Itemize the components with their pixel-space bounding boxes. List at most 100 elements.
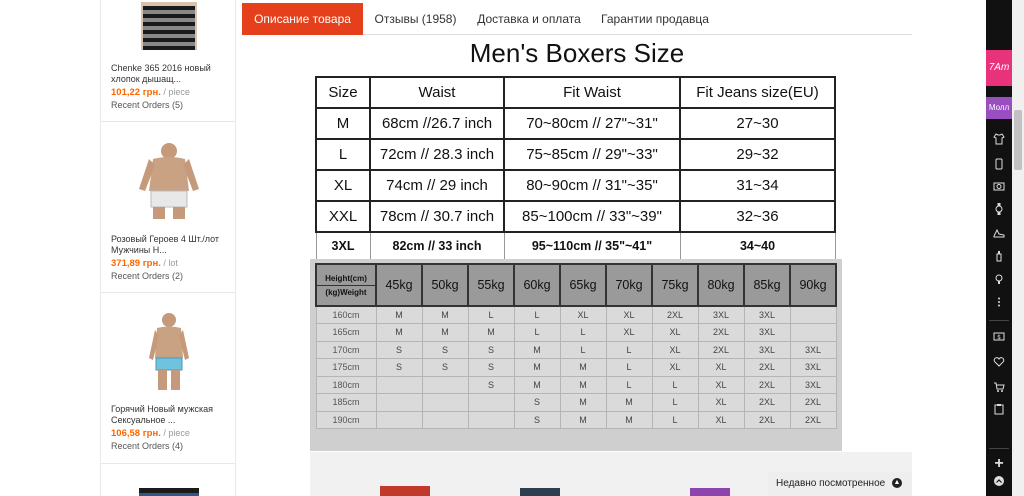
product-title[interactable]: Розовый Героев 4 Шт./лот Мужчины Н... — [111, 234, 229, 256]
scrollbar-thumb[interactable] — [1014, 110, 1022, 170]
table-cell: XL — [605, 305, 653, 324]
bottle-icon[interactable] — [986, 249, 1012, 269]
table-cell: 3XL — [697, 305, 745, 324]
table-cell: 3XL — [743, 305, 791, 324]
more-icon[interactable] — [986, 295, 1012, 315]
recent-orders: Recent Orders (4) — [111, 441, 184, 451]
table-cell: XL — [651, 340, 699, 359]
page-gutter — [0, 0, 100, 496]
product-title[interactable]: Chenke 365 2016 новый хлопок дышащ... — [111, 63, 229, 85]
mall-button[interactable]: Молл — [986, 97, 1012, 119]
table-cell: 2XL — [743, 375, 791, 394]
size-chart-table: Size Waist Fit Waist Fit Jeans size(EU) … — [315, 76, 836, 261]
table-row: 175cm S S S M M L XL XL 2XL 3XL — [315, 358, 837, 377]
table-cell: XXL — [315, 200, 371, 233]
list-item[interactable]: Розовый Героев 4 Шт./лот Мужчины Н... 37… — [101, 122, 235, 293]
product-title[interactable]: Горячий Новый мужская Сексуальное ... — [111, 404, 229, 426]
heart-icon[interactable] — [986, 355, 1012, 375]
table-cell: 160cm — [315, 305, 377, 324]
table-cell: 2XL — [743, 358, 791, 377]
product-description-area: Описание товара Отзывы (1958) Доставка и… — [242, 0, 912, 496]
product-price: 101,22 грн. — [111, 87, 161, 98]
table-cell: XL — [559, 305, 607, 324]
tab-description[interactable]: Описание товара — [242, 3, 363, 35]
coupon-icon[interactable]: $ — [986, 329, 1012, 349]
table-row: 165cm M M M L L XL XL 2XL 3XL — [315, 323, 837, 342]
header-cell: 60kg — [513, 263, 561, 307]
chevron-up-icon[interactable] — [986, 474, 1012, 494]
table-cell: 175cm — [315, 358, 377, 377]
table-cell: L — [513, 323, 561, 342]
weight-label: (kg)Weight — [317, 284, 375, 299]
lightbulb-icon[interactable] — [986, 272, 1012, 292]
shoe-icon[interactable] — [986, 226, 1012, 246]
table-cell: 68cm //26.7 inch — [369, 107, 505, 140]
table-cell — [375, 393, 423, 412]
table-cell: 74cm // 29 inch — [369, 169, 505, 202]
tab-reviews[interactable]: Отзывы (1958) — [363, 3, 468, 35]
table-cell: M — [559, 410, 607, 429]
scrollbar[interactable] — [1012, 0, 1024, 496]
shirt-icon[interactable] — [986, 132, 1012, 152]
list-item[interactable]: Горячий Новый мужская Сексуальное ... 10… — [101, 293, 235, 464]
header-cell: Fit Waist — [503, 76, 681, 109]
table-cell: 82cm // 33 inch — [369, 231, 505, 261]
table-cell: 3XL — [315, 231, 371, 261]
header-cell: 50kg — [421, 263, 469, 307]
svg-text:$: $ — [997, 334, 1001, 341]
table-cell — [467, 410, 515, 429]
table-cell: L — [605, 340, 653, 359]
table-cell: L — [605, 375, 653, 394]
table-cell: 3XL — [743, 340, 791, 359]
list-item[interactable]: Chenke 365 2016 новый хлопок дышащ... 10… — [101, 0, 235, 122]
table-cell: M — [315, 107, 371, 140]
table-cell: XL — [697, 375, 745, 394]
table-cell: 2XL — [743, 393, 791, 412]
table-header-row: Size Waist Fit Waist Fit Jeans size(EU) — [315, 76, 836, 109]
header-cell: 45kg — [375, 263, 423, 307]
table-cell: 2XL — [697, 323, 745, 342]
price-unit: / piece — [163, 87, 190, 97]
tab-shipping[interactable]: Доставка и оплата — [468, 3, 590, 35]
table-cell: S — [513, 393, 561, 412]
table-row: XXL 78cm // 30.7 inch 85~100cm // 33"~39… — [315, 200, 836, 233]
brand-logo[interactable]: 7Am — [986, 50, 1012, 86]
table-cell — [421, 375, 469, 394]
product-thumbnail[interactable] — [129, 139, 209, 219]
product-thumbnail[interactable] — [129, 0, 209, 50]
header-cell: 75kg — [651, 263, 699, 307]
table-cell: L — [315, 138, 371, 171]
table-cell: M — [467, 323, 515, 342]
toolbar-divider — [989, 320, 1009, 321]
table-cell — [375, 410, 423, 429]
phone-icon[interactable] — [986, 157, 1012, 177]
camera-icon[interactable] — [986, 179, 1012, 199]
product-thumbnail[interactable] — [129, 310, 209, 390]
table-cell: M — [605, 410, 653, 429]
table-cell: M — [605, 393, 653, 412]
table-cell: S — [421, 340, 469, 359]
table-cell: 75~85cm // 29"~33" — [503, 138, 681, 171]
table-cell: 190cm — [315, 410, 377, 429]
table-cell: M — [513, 340, 561, 359]
header-cell: 85kg — [743, 263, 791, 307]
watch-icon[interactable] — [986, 202, 1012, 222]
table-cell: L — [605, 358, 653, 377]
cart-icon[interactable] — [986, 380, 1012, 400]
header-cell: 90kg — [789, 263, 837, 307]
table-cell: M — [559, 375, 607, 394]
plus-icon[interactable]: + — [986, 454, 1012, 474]
table-cell: 27~30 — [679, 107, 836, 140]
table-cell: 2XL — [651, 305, 699, 324]
product-price: 371,89 грн. — [111, 258, 161, 269]
recently-viewed-bar[interactable]: Недавно посмотренное ▲ — [768, 472, 912, 496]
list-item[interactable] — [101, 464, 235, 496]
table-cell: L — [651, 375, 699, 394]
orders-icon[interactable] — [986, 402, 1012, 422]
table-cell: S — [467, 340, 515, 359]
table-row: XL 74cm // 29 inch 80~90cm // 31"~35" 31… — [315, 169, 836, 202]
tab-guarantee[interactable]: Гарантии продавца — [590, 3, 720, 35]
table-row: L 72cm // 28.3 inch 75~85cm // 29"~33" 2… — [315, 138, 836, 171]
product-thumbnail[interactable] — [129, 478, 209, 496]
header-cell: 80kg — [697, 263, 745, 307]
